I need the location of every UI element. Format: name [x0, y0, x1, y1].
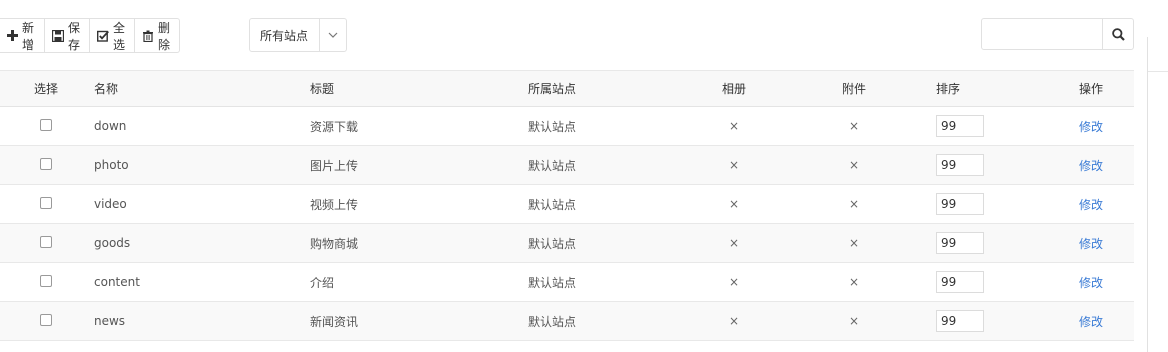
- header-sort: 排序: [936, 70, 1079, 107]
- sort-input[interactable]: [936, 232, 984, 254]
- cell-attachment: ×: [848, 197, 860, 211]
- cell-attachment: ×: [848, 275, 860, 289]
- cell-title: 新闻资讯: [310, 314, 359, 329]
- site-select[interactable]: 所有站点: [249, 18, 347, 52]
- cell-title: 购物商城: [310, 236, 359, 251]
- select-all-button-label: 全选: [113, 20, 126, 52]
- plus-icon: [7, 30, 18, 42]
- row-checkbox[interactable]: [40, 196, 52, 209]
- cell-attachment: ×: [848, 236, 860, 250]
- row-checkbox[interactable]: [40, 313, 52, 326]
- cell-album: ×: [728, 236, 740, 250]
- table-row: video 视频上传 默认站点 × × 修改: [0, 185, 1134, 224]
- header-attachment: 附件: [772, 70, 936, 107]
- trash-icon: [142, 30, 154, 42]
- add-button-label: 新增: [22, 20, 35, 52]
- row-checkbox[interactable]: [40, 274, 52, 287]
- search-button[interactable]: [1103, 19, 1133, 49]
- save-icon: [52, 29, 65, 42]
- module-table: 选择 名称 标题 所属站点 相册 附件 排序 操作 down 资源下载 默认站点…: [0, 70, 1134, 341]
- edit-link[interactable]: 修改: [1079, 315, 1103, 329]
- table-header-row: 选择 名称 标题 所属站点 相册 附件 排序 操作: [0, 70, 1134, 107]
- site-select-value: 所有站点: [260, 28, 309, 43]
- cell-name: news: [94, 314, 126, 328]
- cell-site: 默认站点: [528, 119, 577, 134]
- action-button-group: 新增 保存 全选 删除: [0, 18, 181, 53]
- header-action: 操作: [1079, 70, 1134, 107]
- table-row: goods 购物商城 默认站点 × × 修改: [0, 223, 1134, 263]
- header-album: 相册: [696, 70, 772, 107]
- chevron-down-icon[interactable]: [319, 19, 346, 51]
- cell-album: ×: [728, 197, 740, 211]
- sort-input[interactable]: [936, 271, 984, 293]
- cell-name: photo: [94, 158, 129, 172]
- search-input[interactable]: [982, 19, 1103, 49]
- cell-site: 默认站点: [528, 314, 577, 329]
- cell-name: content: [94, 275, 140, 289]
- table-row: photo 图片上传 默认站点 × × 修改: [0, 145, 1134, 185]
- delete-button-label: 删除: [158, 20, 171, 52]
- table-row: down 资源下载 默认站点 × × 修改: [0, 107, 1134, 146]
- cell-name: goods: [94, 236, 131, 250]
- table-row: news 新闻资讯 默认站点 × × 修改: [0, 301, 1134, 341]
- save-button[interactable]: 保存: [45, 19, 91, 52]
- cell-attachment: ×: [848, 158, 860, 172]
- table-row: content 介绍 默认站点 × × 修改: [0, 263, 1134, 302]
- cell-title: 资源下载: [310, 119, 359, 134]
- sort-input[interactable]: [936, 154, 984, 176]
- search-box: [981, 18, 1134, 50]
- cell-site: 默认站点: [528, 197, 577, 212]
- cell-album: ×: [728, 119, 740, 133]
- add-button[interactable]: 新增: [0, 19, 46, 52]
- edit-link[interactable]: 修改: [1079, 159, 1103, 173]
- cell-site: 默认站点: [528, 158, 577, 173]
- header-name: 名称: [94, 70, 310, 107]
- edit-link[interactable]: 修改: [1079, 276, 1103, 290]
- cell-site: 默认站点: [528, 236, 577, 251]
- cell-attachment: ×: [848, 119, 860, 133]
- cell-name: down: [94, 119, 127, 133]
- check-square-icon: [97, 30, 109, 42]
- row-checkbox[interactable]: [40, 235, 52, 248]
- edit-link[interactable]: 修改: [1079, 120, 1103, 134]
- cell-title: 介绍: [310, 275, 335, 290]
- cell-album: ×: [728, 158, 740, 172]
- search-icon: [1111, 27, 1125, 41]
- header-site: 所属站点: [528, 70, 696, 107]
- edit-link[interactable]: 修改: [1079, 198, 1103, 212]
- sort-input[interactable]: [936, 115, 984, 137]
- cell-attachment: ×: [848, 314, 860, 328]
- cell-name: video: [94, 197, 127, 211]
- cell-album: ×: [728, 314, 740, 328]
- cell-title: 视频上传: [310, 197, 359, 212]
- row-checkbox[interactable]: [40, 157, 52, 170]
- select-all-button[interactable]: 全选: [90, 19, 136, 52]
- header-select: 选择: [0, 70, 94, 107]
- delete-button[interactable]: 删除: [135, 19, 179, 52]
- cell-site: 默认站点: [528, 275, 577, 290]
- save-button-label: 保存: [68, 20, 81, 52]
- sort-input[interactable]: [936, 310, 984, 332]
- cell-title: 图片上传: [310, 158, 359, 173]
- header-title: 标题: [310, 70, 528, 107]
- edit-link[interactable]: 修改: [1079, 237, 1103, 251]
- sort-input[interactable]: [936, 193, 984, 215]
- side-panel-edge: [1148, 37, 1168, 72]
- panel-divider: [1147, 37, 1148, 352]
- row-checkbox[interactable]: [40, 118, 52, 131]
- cell-album: ×: [728, 275, 740, 289]
